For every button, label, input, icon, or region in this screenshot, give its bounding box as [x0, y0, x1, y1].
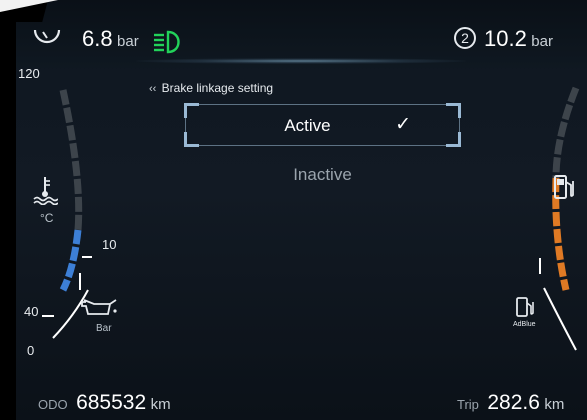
- menu-title-text: Brake linkage setting: [161, 81, 274, 95]
- pressure-1-readout: 6.8 bar: [82, 26, 139, 52]
- left-scale-10: 10: [102, 237, 117, 252]
- left-scale-0: 0: [27, 343, 35, 358]
- odometer-unit: km: [150, 396, 171, 413]
- air-pressure-icon: [33, 29, 61, 44]
- coolant-temperature-icon: [33, 177, 58, 205]
- option-inactive[interactable]: Inactive: [185, 165, 460, 185]
- fuel-pump-icon: [554, 175, 574, 199]
- trip-meter: Trip 282.6 km: [457, 391, 564, 415]
- pressure-1-value: 6.8: [82, 26, 113, 51]
- menu-title: ‹‹ Brake linkage setting: [149, 81, 273, 95]
- option-active[interactable]: Active ✓: [184, 103, 461, 147]
- circuit-2-icon: 2: [454, 27, 476, 49]
- left-scale-40: 40: [24, 304, 39, 319]
- left-scale-max: 120: [18, 66, 40, 81]
- pressure-2-readout: 10.2 bar: [484, 26, 553, 52]
- odometer: ODO 685532 km: [38, 391, 171, 415]
- pressure-2-unit: bar: [531, 33, 553, 50]
- left-gauge-scale: [59, 89, 83, 231]
- option-active-label: Active: [284, 116, 331, 135]
- right-gauge-scale: [552, 86, 580, 179]
- odometer-value: 685532: [76, 391, 147, 414]
- pressure-1-unit: bar: [117, 33, 139, 50]
- coolant-fill-bar: [59, 229, 82, 292]
- oil-pressure-icon: [81, 299, 117, 315]
- checkmark-icon: ✓: [395, 114, 411, 135]
- top-bar-glow: [136, 58, 466, 64]
- odometer-label: ODO: [38, 397, 68, 412]
- trip-label: Trip: [457, 397, 479, 412]
- pressure-2-value: 10.2: [484, 26, 527, 51]
- headlight-icon: [154, 30, 180, 54]
- adblue-arc: [543, 287, 577, 351]
- trip-unit: km: [544, 396, 565, 413]
- oil-pressure-unit: Bar: [96, 323, 112, 334]
- coolant-unit: °C: [40, 211, 54, 225]
- dashboard-screen: 6.8 bar 2 10.2 bar 120 °C 10 40 0 Bar Ad…: [16, 0, 587, 420]
- circuit-2-number: 2: [461, 30, 469, 46]
- adblue-icon: [516, 297, 534, 317]
- back-chevron-icon[interactable]: ‹‹: [149, 83, 156, 95]
- trip-value: 282.6: [487, 391, 540, 414]
- adblue-label: AdBlue: [513, 321, 536, 328]
- top-status-bar: 6.8 bar 2 10.2 bar: [16, 0, 587, 68]
